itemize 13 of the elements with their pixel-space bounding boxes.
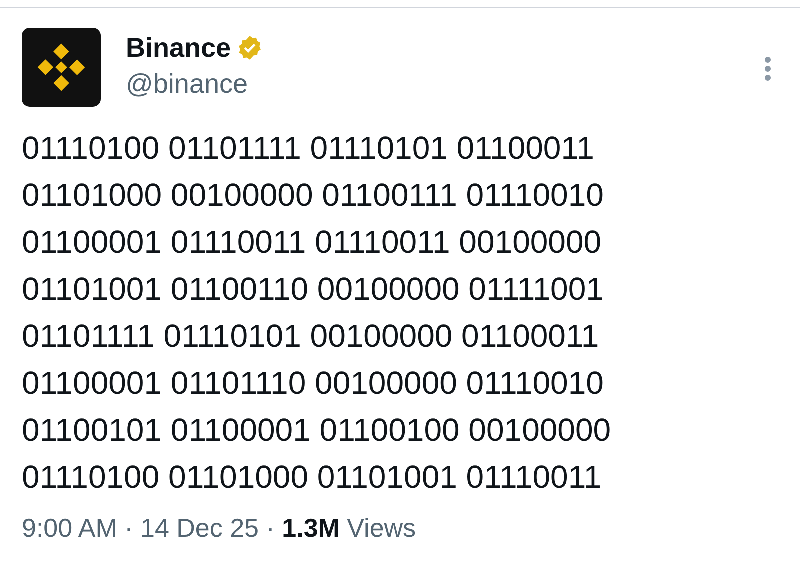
tweet-text-line: 01101001 01100110 00100000 01111001 xyxy=(22,270,604,309)
author-name: Binance xyxy=(126,32,232,64)
tweet-text-line: 01100101 01100001 01100100 00100000 xyxy=(22,411,612,450)
tweet-text-line: 01101111 01110101 00100000 01100011 xyxy=(22,317,600,356)
author-handle: @binance xyxy=(126,68,249,101)
tweet-timestamp: 9:00 AM · 14 Dec 25 · 1.3M Views xyxy=(21,512,418,545)
more-options-icon[interactable] xyxy=(764,56,772,82)
tweet-text-line: 01110100 01101000 01101001 01110011 xyxy=(22,458,602,497)
logo-icon xyxy=(22,28,101,107)
tweet-text-line: 01110100 01101111 01110101 01100011 xyxy=(22,129,594,168)
tweet-text-line: 01100001 01110011 01110011 00100000 xyxy=(22,223,602,262)
tweet-text-line: 01100001 01101110 00100000 01110010 xyxy=(22,364,604,403)
tweet-text-line: 01101000 00100000 01100111 01110010 xyxy=(22,176,604,215)
